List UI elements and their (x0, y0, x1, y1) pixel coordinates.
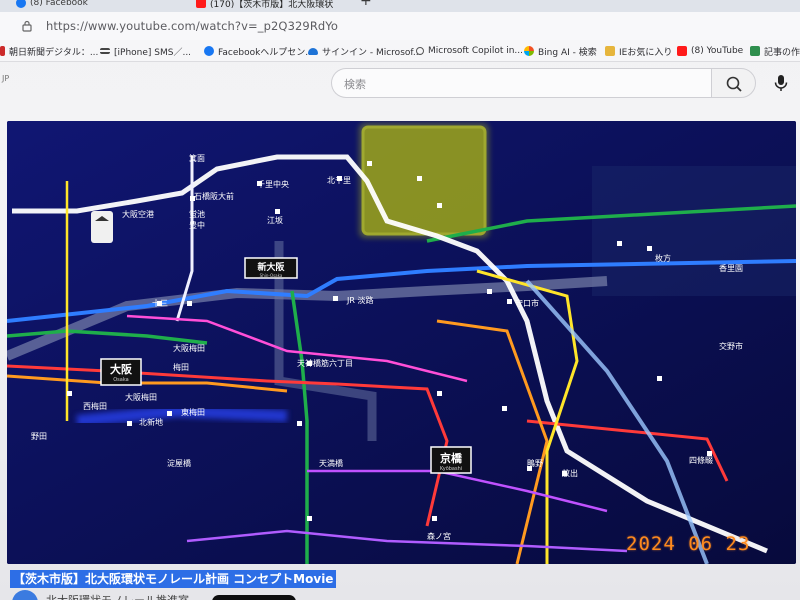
bookmarks-bar: 朝日新聞デジタル：... [iPhone] SMS／... Facebookヘル… (0, 40, 800, 62)
bookmark-label: Bing AI - 検索 (538, 47, 597, 58)
station-label: 北新地 (139, 417, 163, 427)
youtube-icon (677, 46, 687, 56)
station-label: 鴫野 (527, 458, 543, 468)
channel-avatar[interactable] (12, 590, 38, 600)
list-icon (100, 48, 110, 54)
bookmark-label: (8) YouTube (691, 46, 744, 56)
search-button[interactable] (711, 68, 756, 98)
tab-youtube[interactable]: (170)【茨木市版】北大阪環状 (196, 0, 333, 12)
station-label: 交野市 (719, 341, 743, 351)
plus-icon: + (360, 0, 372, 9)
tab-facebook[interactable]: (8) Facebook (16, 0, 88, 12)
station-label-en: Osaka (113, 377, 128, 383)
bing-icon (524, 46, 534, 56)
station-label: 江坂 (267, 215, 283, 225)
station-label: 四條畷 (689, 455, 713, 465)
video-title[interactable]: 【茨木市版】北大阪環状モノレール計画 コンセプトMovie (10, 570, 337, 588)
bookmark-youtube[interactable]: (8) YouTube (677, 44, 743, 58)
tab-label: (8) Facebook (30, 0, 88, 8)
bookmark-facebook-help[interactable]: Facebookヘルプセン... (204, 44, 314, 58)
bookmark-copilot[interactable]: Microsoft Copilot in... (416, 44, 523, 58)
station-label: 梅田 (173, 362, 189, 372)
subscribe-button[interactable] (212, 595, 296, 600)
youtube-icon (196, 0, 206, 8)
station-label: 石橋阪大前 (194, 191, 234, 201)
bookmark-bing-ai[interactable]: Bing AI - 検索 (524, 44, 597, 58)
news-icon (0, 46, 5, 56)
search-input[interactable]: 検索 (331, 68, 711, 98)
station-label: 東梅田 (181, 407, 205, 417)
cloud-icon (308, 47, 318, 55)
new-tab-button[interactable]: + (360, 0, 372, 10)
station-label: 天満橋 (319, 458, 343, 468)
station-label: 淀屋橋 (167, 458, 191, 468)
facebook-icon (16, 0, 26, 8)
bookmark-label: 朝日新聞デジタル：... (9, 47, 99, 58)
facebook-icon (204, 46, 214, 56)
bookmark-label: Microsoft Copilot in... (428, 46, 524, 56)
station-label-en: Kyōbashi (440, 466, 462, 472)
station-label: 天神橋筋六丁目 (297, 358, 353, 368)
station-label: 放出 (562, 468, 578, 478)
station-label: 大阪梅田 (125, 392, 157, 402)
station-box-kyobashi: 京橋 Kyōbashi (430, 446, 472, 474)
airport-icon (91, 211, 113, 243)
station-label: 大阪空港 (122, 209, 154, 219)
station-label: 豊中 (189, 220, 205, 230)
article-icon (750, 46, 760, 56)
station-label: 森ノ宮 (427, 531, 451, 541)
station-label: 千里中央 (257, 179, 289, 189)
camera-date-stamp: 2024 06 23 (626, 533, 751, 555)
tab-label: (170)【茨木市版】北大阪環状 (210, 0, 334, 10)
tab-strip: (8) Facebook (170)【茨木市版】北大阪環状 + (0, 0, 800, 12)
bookmark-label: Facebookヘルプセン... (218, 47, 314, 58)
station-label: 新大阪 (257, 261, 285, 273)
folder-icon (605, 46, 615, 56)
station-label: 京橋 (440, 451, 463, 465)
region-code: JP (2, 74, 10, 83)
station-label: 香里園 (719, 263, 743, 273)
station-box-shin-osaka: 新大阪 Shin-Osaka (244, 257, 298, 279)
station-label: 枚方 (655, 253, 671, 263)
station-box-osaka: 大阪 Osaka (100, 358, 142, 386)
bookmark-iphone-sms[interactable]: [iPhone] SMS／... (100, 44, 191, 58)
station-label: 蛍池 (189, 209, 205, 219)
station-label: 野田 (31, 432, 47, 441)
station-label: 西梅田 (83, 401, 107, 411)
station-label-en: Shin-Osaka (260, 273, 283, 278)
address-bar[interactable]: https://www.youtube.com/watch?v=_p2Q329R… (0, 12, 800, 40)
search-placeholder: 検索 (344, 78, 366, 91)
rail-map: 新大阪 Shin-Osaka 大阪 Osaka 京橋 Kyōbashi 十三 大… (7, 121, 796, 564)
search-icon (726, 76, 742, 92)
browser-window: (8) Facebook (170)【茨木市版】北大阪環状 + https://… (0, 0, 800, 600)
bookmark-label: IEお気に入り (619, 47, 673, 58)
station-label: 大阪 (110, 362, 133, 376)
station-label: 北千里 (327, 175, 351, 185)
station-label: JR 淡路 (346, 295, 373, 305)
station-label: 十三 (152, 298, 168, 308)
search-icon (416, 47, 424, 55)
bookmark-ie-favorites[interactable]: IEお気に入り (605, 44, 672, 58)
bookmark-label: 記事の作 (764, 47, 800, 58)
bookmark-microsoft-signin[interactable]: サインイン - Microsof... (308, 44, 421, 58)
bookmark-article[interactable]: 記事の作 (750, 44, 800, 58)
station-label: 守口市 (515, 298, 539, 308)
bookmark-asahi[interactable]: 朝日新聞デジタル：... (0, 44, 98, 58)
bookmark-label: [iPhone] SMS／... (114, 47, 192, 58)
mic-icon[interactable] (771, 73, 791, 93)
url-text[interactable]: https://www.youtube.com/watch?v=_p2Q329R… (46, 19, 338, 33)
channel-name[interactable]: 北大阪環状モノレール推進室 (46, 592, 189, 600)
video-player[interactable]: 新大阪 Shin-Osaka 大阪 Osaka 京橋 Kyōbashi 十三 大… (7, 121, 796, 564)
bookmark-label: サインイン - Microsof... (322, 47, 422, 58)
station-label: 箕面 (189, 153, 205, 163)
map-overlay-panel (592, 166, 796, 296)
highlight-zone (359, 123, 489, 238)
site-info-icon[interactable] (22, 20, 32, 32)
station-label: 大阪梅田 (173, 343, 205, 353)
